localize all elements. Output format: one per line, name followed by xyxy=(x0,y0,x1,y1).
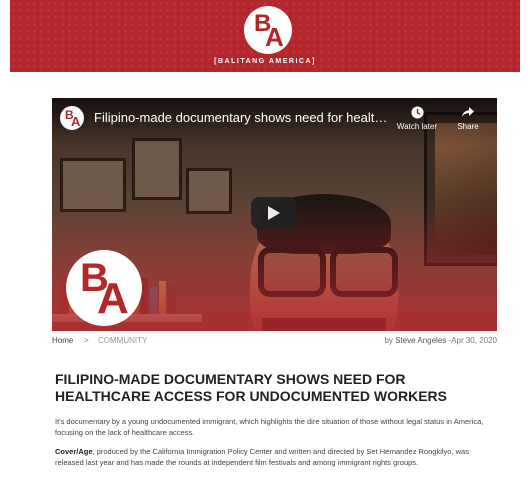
breadcrumb-category[interactable]: COMMUNITY xyxy=(98,336,147,345)
site-logo[interactable]: B A xyxy=(244,6,292,54)
article-paragraph-1: It's documentary by a young undocumented… xyxy=(55,417,484,437)
breadcrumb-home[interactable]: Home xyxy=(52,336,73,345)
watch-later-label: Watch later xyxy=(396,122,438,131)
video-title[interactable]: Filipino-made documentary shows need for… xyxy=(94,110,394,125)
play-icon xyxy=(268,206,280,220)
article-byline: by Steve Angeles -Apr 30, 2020 xyxy=(384,336,497,345)
channel-logo[interactable]: B A xyxy=(60,106,84,130)
article-paragraph-2: Cover/Age, produced by the California Im… xyxy=(55,446,495,468)
logo-letters: B A xyxy=(244,6,292,54)
site-header: B A [BALITANG AMERICA] xyxy=(10,0,520,72)
watch-later-button[interactable]: Watch later xyxy=(392,106,442,131)
breadcrumb: Home > COMMUNITY by Steve Angeles -Apr 3… xyxy=(52,336,497,350)
author-link[interactable]: Steve Angeles xyxy=(395,336,446,345)
share-label: Share xyxy=(457,122,479,131)
wall-frame xyxy=(132,138,182,200)
byline-by: by xyxy=(384,336,393,345)
channel-logo-a: A xyxy=(71,114,81,129)
share-arrow-icon xyxy=(450,106,486,122)
brand-name: [BALITANG AMERICA] xyxy=(214,58,316,65)
breadcrumb-separator: > xyxy=(84,336,89,345)
film-title: Cover/Age xyxy=(55,447,93,456)
article-title: FILIPINO-MADE DOCUMENTARY SHOWS NEED FOR… xyxy=(55,371,447,404)
video-watermark-logo: B A xyxy=(66,250,142,326)
logo-letter-a: A xyxy=(265,22,284,52)
watermark-a: A xyxy=(97,274,129,323)
video-player[interactable]: B A Filipino-made documentary shows need… xyxy=(52,98,497,331)
play-button[interactable] xyxy=(251,197,297,229)
publish-date: -Apr 30, 2020 xyxy=(448,336,497,345)
clock-icon xyxy=(392,106,442,122)
share-button[interactable]: Share xyxy=(450,106,486,131)
paragraph-2-text: , produced by the California Immigration… xyxy=(55,447,469,467)
